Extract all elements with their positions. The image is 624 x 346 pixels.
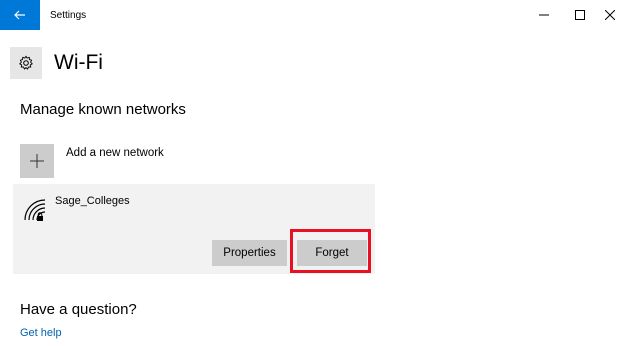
arrow-left-icon — [14, 10, 25, 20]
settings-window: Settings Wi-Fi Manage known networks Add… — [0, 0, 624, 346]
network-item-sage-colleges[interactable]: Sage_Colleges Properties Forget — [13, 184, 375, 274]
maximize-button[interactable] — [560, 0, 600, 30]
back-button[interactable] — [0, 0, 40, 30]
question-heading: Have a question? — [20, 301, 137, 318]
gear-icon — [19, 55, 33, 70]
maximize-icon — [575, 10, 585, 20]
title-bar: Settings — [0, 0, 624, 32]
add-network-button[interactable]: Add a new network — [20, 142, 164, 178]
page-title: Wi-Fi — [54, 51, 103, 74]
plus-icon — [30, 154, 44, 168]
get-help-link[interactable]: Get help — [20, 326, 62, 340]
minimize-icon — [539, 14, 549, 16]
plus-icon-box — [20, 144, 54, 178]
wifi-secure-icon — [24, 199, 46, 221]
forget-button[interactable]: Forget — [297, 240, 367, 266]
manage-networks-heading: Manage known networks — [20, 101, 186, 118]
app-title: Settings — [50, 10, 87, 21]
header-icon-box — [10, 47, 42, 79]
network-name: Sage_Colleges — [55, 195, 130, 207]
minimize-button[interactable] — [524, 0, 564, 30]
properties-button[interactable]: Properties — [212, 240, 287, 266]
add-network-label: Add a new network — [66, 147, 164, 159]
close-icon — [605, 10, 615, 20]
close-button[interactable] — [596, 0, 624, 30]
page-header: Wi-Fi — [10, 46, 103, 80]
